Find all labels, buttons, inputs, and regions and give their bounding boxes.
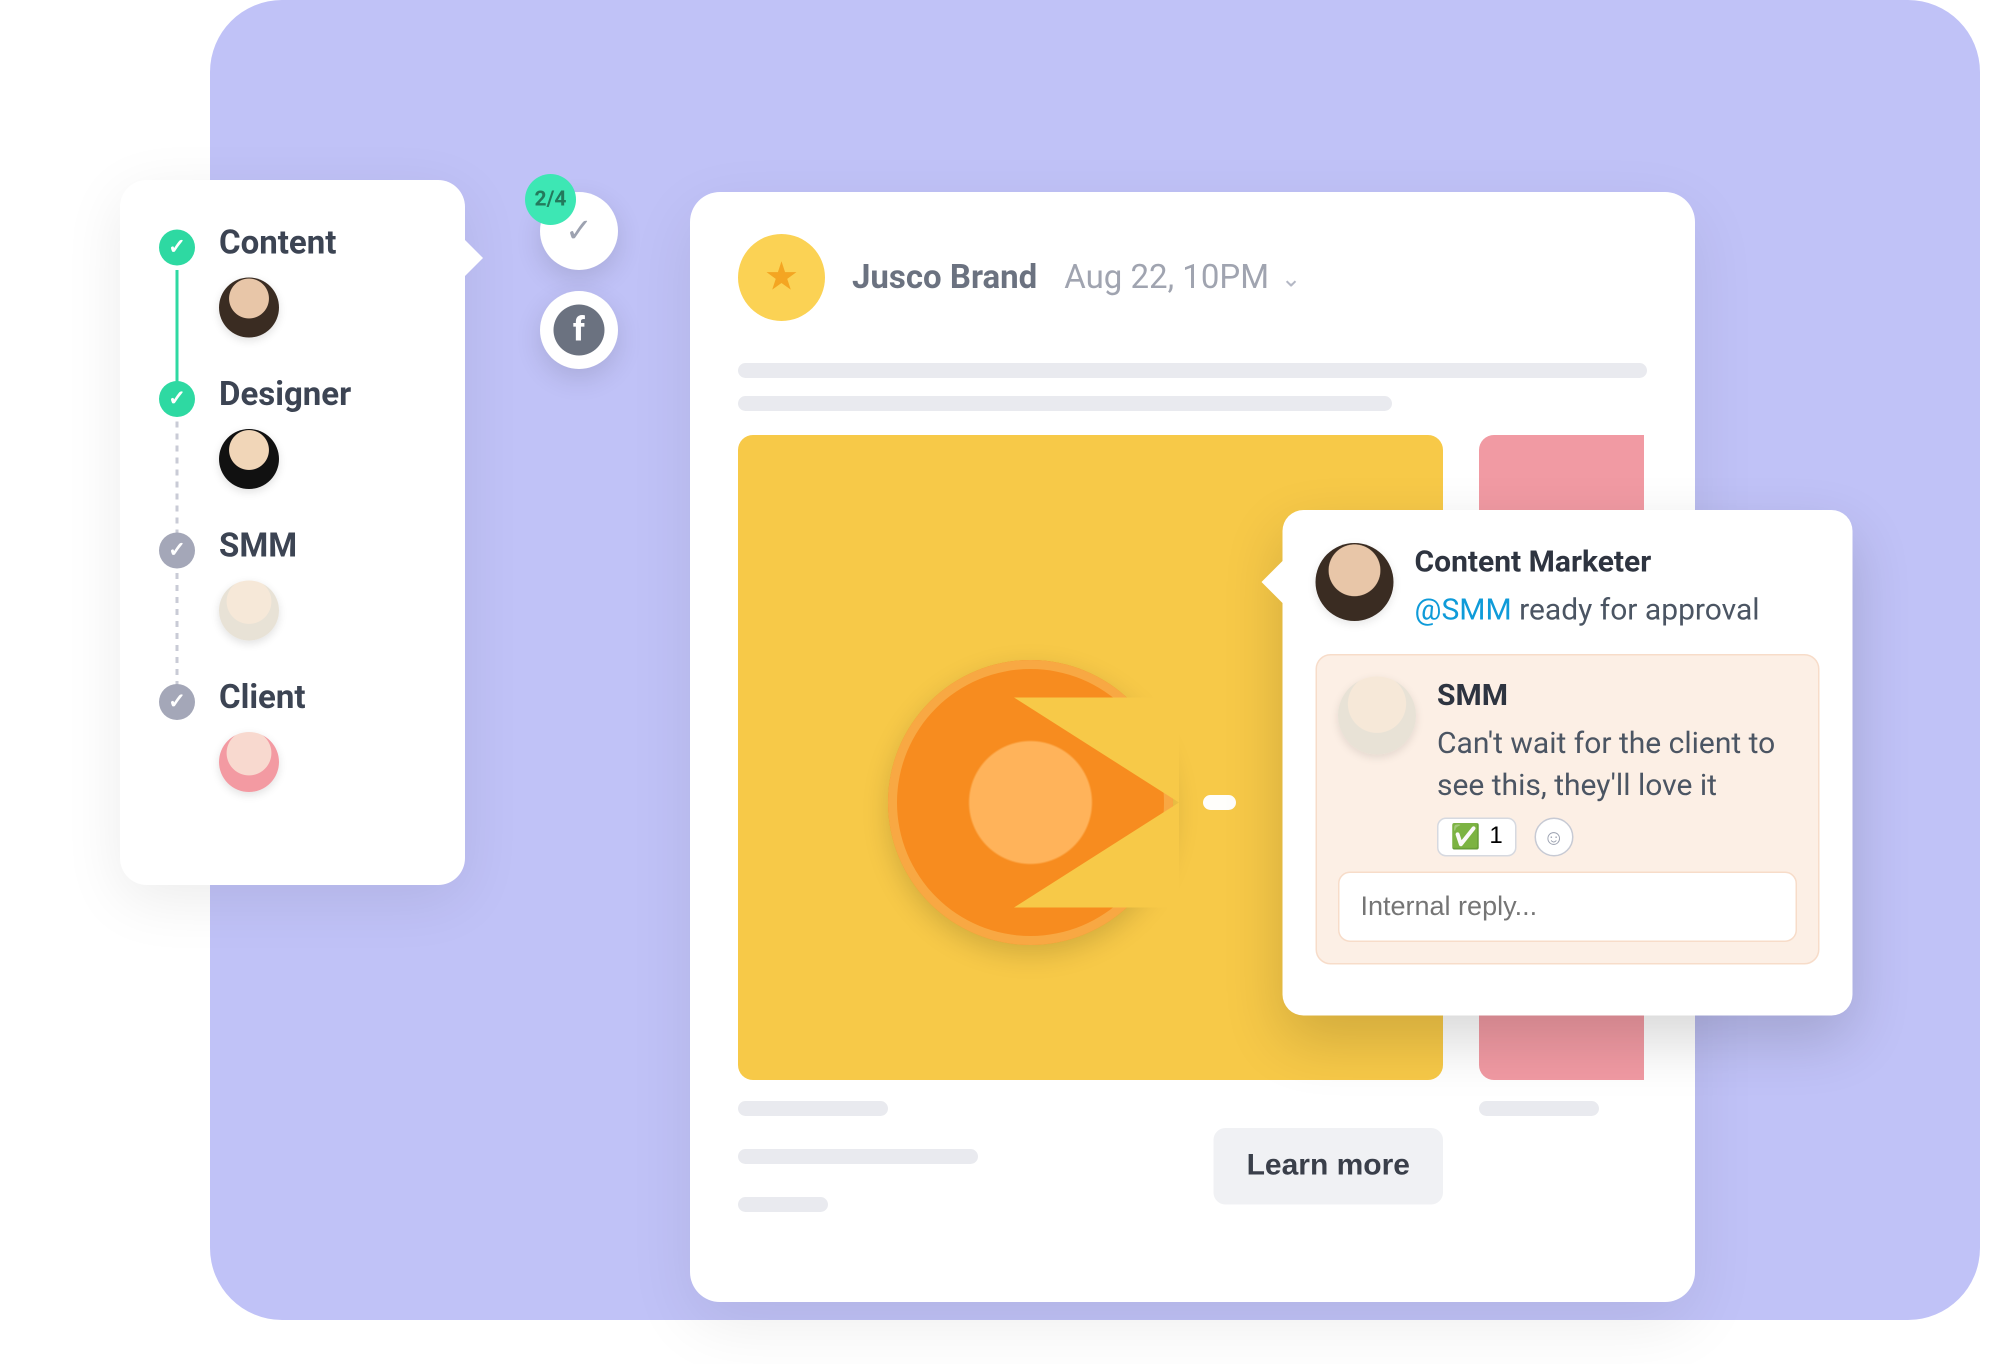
workflow-step-label: Designer (219, 377, 351, 415)
comment-author: Content Marketer (1415, 543, 1760, 579)
workflow-step-smm[interactable]: ✓ SMM (159, 528, 426, 641)
add-reaction-button[interactable]: ☺ (1534, 818, 1573, 857)
avatar (219, 732, 279, 792)
workflow-step-content[interactable]: ✓ Content (159, 225, 426, 338)
workflow-step-label: SMM (219, 528, 297, 566)
check-icon: ✓ (159, 533, 195, 569)
post-time-text: Aug 22, 10PM (1064, 259, 1269, 297)
reaction-count: 1 (1489, 824, 1502, 851)
avatar (219, 278, 279, 338)
workflow-connector (176, 270, 179, 390)
check-icon: ✓ (159, 230, 195, 266)
workflow-step-label: Content (219, 225, 336, 263)
comment-text-tail: ready for approval (1512, 591, 1760, 627)
text-placeholder (738, 1101, 888, 1116)
pill-graphic (1203, 795, 1236, 810)
chevron-down-icon: ⌄ (1281, 263, 1301, 292)
workflow-step-designer[interactable]: ✓ Designer (159, 377, 426, 490)
workflow-step-label: Client (219, 680, 306, 718)
smiley-plus-icon: ☺ (1543, 825, 1564, 849)
star-icon: ★ (764, 255, 799, 300)
approval-status-button[interactable]: 2/4 ✓ (540, 192, 618, 270)
comment-text: @SMM ready for approval (1415, 588, 1760, 630)
workflow-connector (176, 573, 179, 693)
check-icon: ✓ (159, 684, 195, 720)
avatar (219, 429, 279, 489)
check-icon: ✓ (159, 381, 195, 417)
text-placeholder (738, 1197, 828, 1212)
facebook-icon: f (554, 305, 605, 356)
approval-count-badge: 2/4 (525, 174, 576, 225)
avatar (1316, 543, 1394, 621)
check-icon: ✓ (565, 212, 593, 250)
reaction-button[interactable]: ✅ 1 (1437, 818, 1516, 857)
comment-author: SMM (1437, 677, 1797, 713)
text-placeholder (738, 1149, 978, 1164)
platform-facebook-button[interactable]: f (540, 291, 618, 369)
comment-thread-popover: Content Marketer @SMM ready for approval… (1283, 510, 1853, 1016)
avatar (219, 581, 279, 641)
workflow-step-client[interactable]: ✓ Client (159, 680, 426, 793)
internal-reply-input[interactable] (1338, 872, 1797, 943)
status-icon-stack: 2/4 ✓ f (540, 192, 618, 369)
post-schedule-time[interactable]: Aug 22, 10PM ⌄ (1064, 259, 1301, 297)
post-header: ★ Jusco Brand Aug 22, 10PM ⌄ (738, 234, 1647, 321)
comment-reply-block: SMM Can't wait for the client to see thi… (1316, 654, 1820, 965)
brand-avatar: ★ (738, 234, 825, 321)
workflow-connector (176, 422, 179, 542)
orange-graphic (888, 660, 1173, 945)
text-placeholder (738, 396, 1392, 411)
avatar (1338, 677, 1416, 755)
mention-link[interactable]: @SMM (1415, 591, 1512, 627)
brand-name: Jusco Brand (852, 259, 1037, 297)
cta-button[interactable]: Learn more (1214, 1127, 1443, 1204)
reaction-emoji: ✅ (1451, 822, 1481, 852)
text-placeholder (738, 363, 1647, 378)
comment-text: Can't wait for the client to see this, t… (1437, 722, 1797, 806)
approval-workflow-panel: ✓ Content ✓ Designer ✓ SMM ✓ (120, 180, 465, 885)
text-placeholder (1479, 1101, 1599, 1116)
